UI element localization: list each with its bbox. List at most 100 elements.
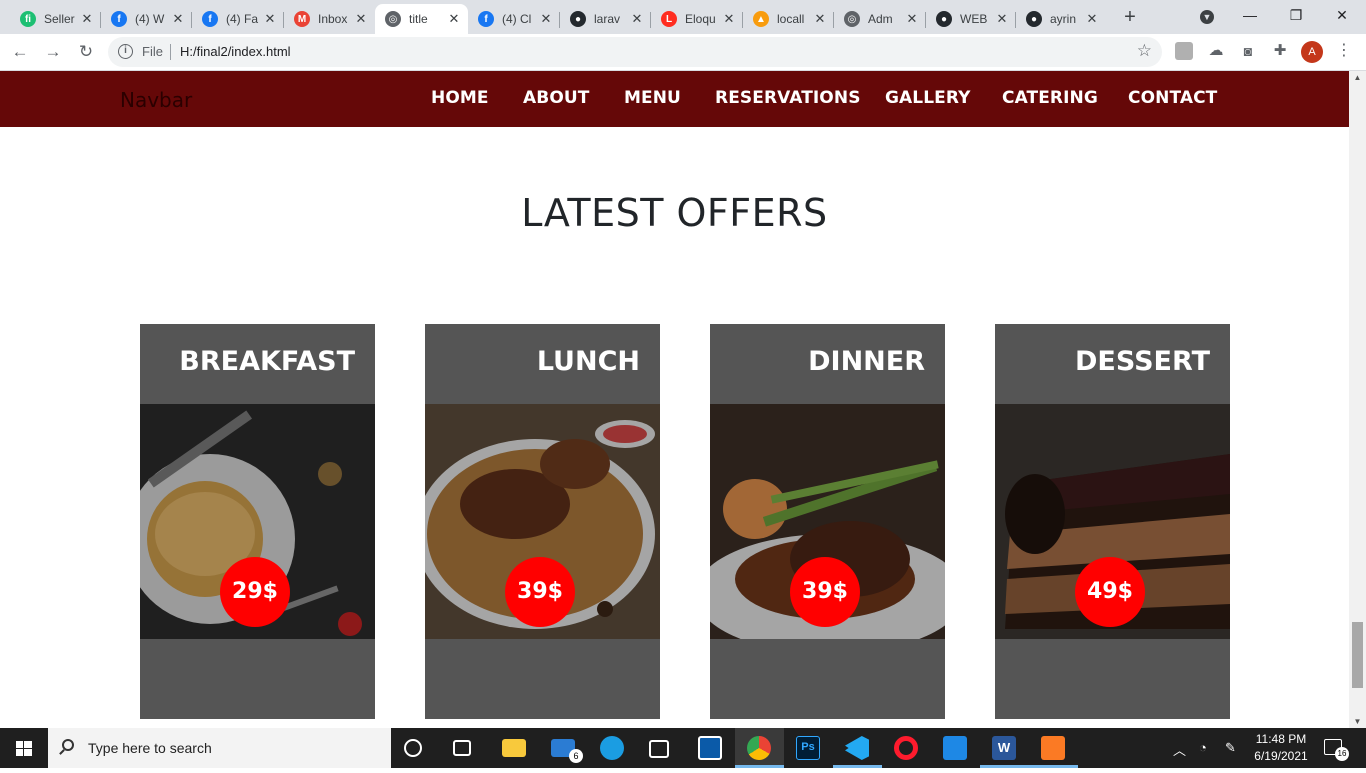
extensions-puzzle-icon[interactable]: ✚ xyxy=(1271,42,1289,60)
xampp-icon[interactable] xyxy=(1041,736,1065,760)
tab-title: (4) Fa xyxy=(226,12,259,26)
close-window-icon[interactable]: ✕ xyxy=(1319,0,1365,32)
close-tab-icon[interactable]: ✕ xyxy=(353,11,369,27)
offer-title: LUNCH xyxy=(536,346,640,377)
word-icon[interactable]: W xyxy=(992,736,1016,760)
nav-link-reservations[interactable]: RESERVATIONS xyxy=(715,88,861,108)
back-icon[interactable]: ← xyxy=(8,40,32,64)
nav-link-catering[interactable]: CATERING xyxy=(1002,88,1098,108)
github-icon: ● xyxy=(1026,11,1042,27)
tab-search-icon[interactable]: ▼ xyxy=(1184,0,1230,32)
offer-title: DINNER xyxy=(808,346,925,377)
close-tab-icon[interactable]: ✕ xyxy=(446,11,462,27)
section-title: LATEST OFFERS xyxy=(521,191,828,235)
offer-card-dinner[interactable]: DINNER 39$ xyxy=(710,324,945,719)
bookmark-star-icon[interactable]: ☆ xyxy=(1137,41,1152,61)
tab-title: WEB xyxy=(960,12,988,26)
nav-link-menu[interactable]: MENU xyxy=(624,88,681,108)
price-badge: 39$ xyxy=(505,557,575,627)
browser-tab[interactable]: f (4) W ✕ xyxy=(101,4,192,34)
tab-title: ayrin xyxy=(1050,12,1077,26)
nav-link-gallery[interactable]: GALLERY xyxy=(885,88,971,108)
browser-tab[interactable]: M Inbox ✕ xyxy=(284,4,375,34)
store-icon[interactable] xyxy=(649,740,669,758)
close-tab-icon[interactable]: ✕ xyxy=(538,11,554,27)
reload-icon[interactable]: ↻ xyxy=(74,40,98,64)
browser-tab[interactable]: f (4) Cl ✕ xyxy=(468,4,560,34)
close-tab-icon[interactable]: ✕ xyxy=(904,11,920,27)
new-tab-button[interactable]: + xyxy=(1118,6,1142,30)
site-navbar: Navbar HOME ABOUT MENU RESERVATIONS GALLERY C… xyxy=(0,71,1349,127)
forward-icon[interactable]: → xyxy=(41,40,65,64)
url-text[interactable]: H:/final2/index.html xyxy=(180,44,291,59)
offer-card-header: DINNER xyxy=(710,324,945,404)
scroll-up-icon[interactable]: ▲ xyxy=(1349,73,1366,82)
browser-tab[interactable]: ● ayrin ✕ xyxy=(1016,4,1106,34)
close-tab-icon[interactable]: ✕ xyxy=(79,11,95,27)
laravel-icon: L xyxy=(661,11,677,27)
close-tab-icon[interactable]: ✕ xyxy=(262,11,278,27)
cloud-extension-icon[interactable]: ☁ xyxy=(1207,42,1225,60)
pen-icon[interactable]: ✎ xyxy=(1225,740,1236,756)
menu-kebab-icon[interactable]: ⋮ xyxy=(1336,40,1352,60)
start-button[interactable] xyxy=(0,728,48,768)
nav-link-home[interactable]: HOME xyxy=(431,88,489,108)
scroll-thumb[interactable] xyxy=(1352,622,1363,688)
network-icon[interactable]: ◔ xyxy=(1199,740,1207,755)
nav-link-contact[interactable]: CONTACT xyxy=(1128,88,1217,108)
browser-tab[interactable]: ● WEB ✕ xyxy=(926,4,1016,34)
mail-icon[interactable]: 6 xyxy=(551,739,583,763)
navbar-brand[interactable]: Navbar xyxy=(120,88,192,112)
close-tab-icon[interactable]: ✕ xyxy=(812,11,828,27)
page-scrollbar[interactable]: ▲ ▼ xyxy=(1349,71,1366,728)
scroll-down-icon[interactable]: ▼ xyxy=(1349,717,1366,726)
browser-tab[interactable]: L Eloqu ✕ xyxy=(651,4,743,34)
close-tab-icon[interactable]: ✕ xyxy=(994,11,1010,27)
pdf-extension-icon[interactable] xyxy=(1175,42,1193,60)
media-player-icon[interactable] xyxy=(943,736,967,760)
tray-chevron-icon[interactable]: ︿ xyxy=(1173,740,1186,759)
system-clock[interactable]: 11:48 PM 6/19/2021 xyxy=(1250,731,1312,765)
dinner-photo: 39$ xyxy=(710,404,945,639)
address-bar[interactable]: i File H:/final2/index.html ☆ xyxy=(108,37,1162,67)
chrome-icon[interactable] xyxy=(747,736,771,760)
camera-extension-icon[interactable]: ◙ xyxy=(1239,42,1257,60)
browser-tab[interactable]: ◎ Adm ✕ xyxy=(834,4,926,34)
browser-tab[interactable]: ● larav ✕ xyxy=(560,4,651,34)
browser-tab[interactable]: ▲ locall ✕ xyxy=(743,4,834,34)
browser-tab[interactable]: fi Seller ✕ xyxy=(10,4,101,34)
edge-icon[interactable] xyxy=(600,736,624,760)
notification-center-icon[interactable]: 16 xyxy=(1324,739,1349,761)
task-view-icon[interactable] xyxy=(453,740,471,756)
offer-card-header: DESSERT xyxy=(995,324,1230,404)
photoshop-icon[interactable]: Ps xyxy=(796,736,820,760)
restore-icon[interactable]: ❐ xyxy=(1273,0,1319,32)
offer-card-lunch[interactable]: LUNCH 39$ xyxy=(425,324,660,719)
close-tab-icon[interactable]: ✕ xyxy=(629,11,645,27)
opera-icon[interactable] xyxy=(894,736,918,760)
minimize-icon[interactable]: — xyxy=(1227,0,1273,32)
nav-link-about[interactable]: ABOUT xyxy=(523,88,589,108)
offer-card-footer xyxy=(140,639,375,719)
site-info-icon[interactable]: i xyxy=(118,44,133,59)
close-tab-icon[interactable]: ✕ xyxy=(721,11,737,27)
breakfast-photo: 29$ xyxy=(140,404,375,639)
app-icon[interactable] xyxy=(698,736,722,760)
close-tab-icon[interactable]: ✕ xyxy=(1084,11,1100,27)
price-badge: 49$ xyxy=(1075,557,1145,627)
offer-card-dessert[interactable]: DESSERT 49$ xyxy=(995,324,1230,719)
vscode-icon[interactable] xyxy=(845,736,869,760)
browser-tab[interactable]: f (4) Fa ✕ xyxy=(192,4,284,34)
dessert-photo: 49$ xyxy=(995,404,1230,639)
gmail-icon: M xyxy=(294,11,310,27)
offer-card-breakfast[interactable]: BREAKFAST 29$ xyxy=(140,324,375,719)
price-badge: 29$ xyxy=(220,557,290,627)
profile-avatar[interactable]: A xyxy=(1301,41,1323,63)
close-tab-icon[interactable]: ✕ xyxy=(170,11,186,27)
browser-tab[interactable]: ◎ title ✕ xyxy=(375,4,468,34)
tab-title: Adm xyxy=(868,12,893,26)
page-viewport: Navbar HOME ABOUT MENU RESERVATIONS GALLERY C… xyxy=(0,71,1349,728)
cortana-icon[interactable] xyxy=(404,739,422,757)
taskbar-search[interactable]: Type here to search xyxy=(48,728,391,768)
file-explorer-icon[interactable] xyxy=(502,739,526,757)
